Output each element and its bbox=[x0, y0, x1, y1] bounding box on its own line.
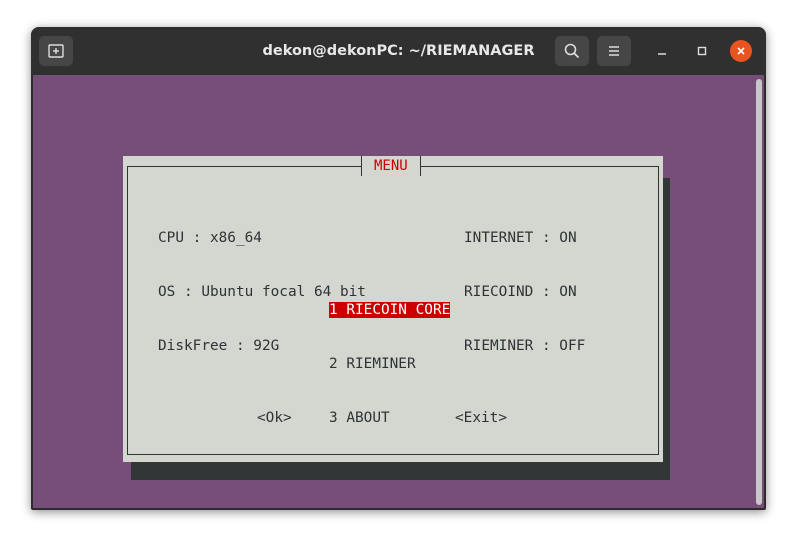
terminal-area[interactable]: MENU CPU : x86_64 OS : Ubuntu focal 64 b… bbox=[33, 75, 764, 508]
ok-button[interactable]: <Ok> bbox=[257, 409, 292, 427]
menu-item-riecoin-core[interactable]: 1 RIECOIN CORE bbox=[329, 302, 451, 318]
scrollbar[interactable] bbox=[754, 77, 764, 506]
menu-button[interactable] bbox=[597, 36, 631, 66]
maximize-icon bbox=[697, 46, 707, 56]
close-icon bbox=[737, 47, 745, 55]
terminal-window: dekon@dekonPC: ~/RIEMANAGER MENU CPU: x… bbox=[31, 27, 766, 510]
rieminer-status: RIEMINER : OFF bbox=[464, 338, 586, 354]
internet-status: INTERNET : ON bbox=[464, 230, 577, 246]
menu-item-rieminer[interactable]: 2 RIEMINER bbox=[329, 356, 416, 372]
menu-list: 1 RIECOIN CORE 2 RIEMINER 3 ABOUT bbox=[329, 265, 451, 463]
search-icon bbox=[564, 43, 580, 59]
search-button[interactable] bbox=[555, 36, 589, 66]
service-status: INTERNET : ON RIECOIND : ON RIEMINER : O… bbox=[464, 193, 585, 391]
menu-dialog: MENU CPU : x86_64 OS : Ubuntu focal 64 b… bbox=[123, 156, 663, 462]
riecoind-status: RIECOIND : ON bbox=[464, 284, 577, 300]
dialog-title: MENU bbox=[361, 156, 421, 176]
minimize-button[interactable] bbox=[651, 40, 673, 62]
scrollbar-thumb[interactable] bbox=[756, 79, 762, 505]
minimize-icon bbox=[658, 53, 666, 55]
menu-item-about[interactable]: 3 ABOUT bbox=[329, 410, 390, 426]
close-button[interactable] bbox=[730, 40, 752, 62]
title-bar: dekon@dekonPC: ~/RIEMANAGER bbox=[31, 27, 766, 75]
hamburger-menu-icon bbox=[609, 46, 619, 56]
maximize-button[interactable] bbox=[691, 40, 713, 62]
cpu-info: CPU : x86_64 bbox=[158, 230, 262, 246]
exit-button[interactable]: <Exit> bbox=[455, 409, 507, 427]
